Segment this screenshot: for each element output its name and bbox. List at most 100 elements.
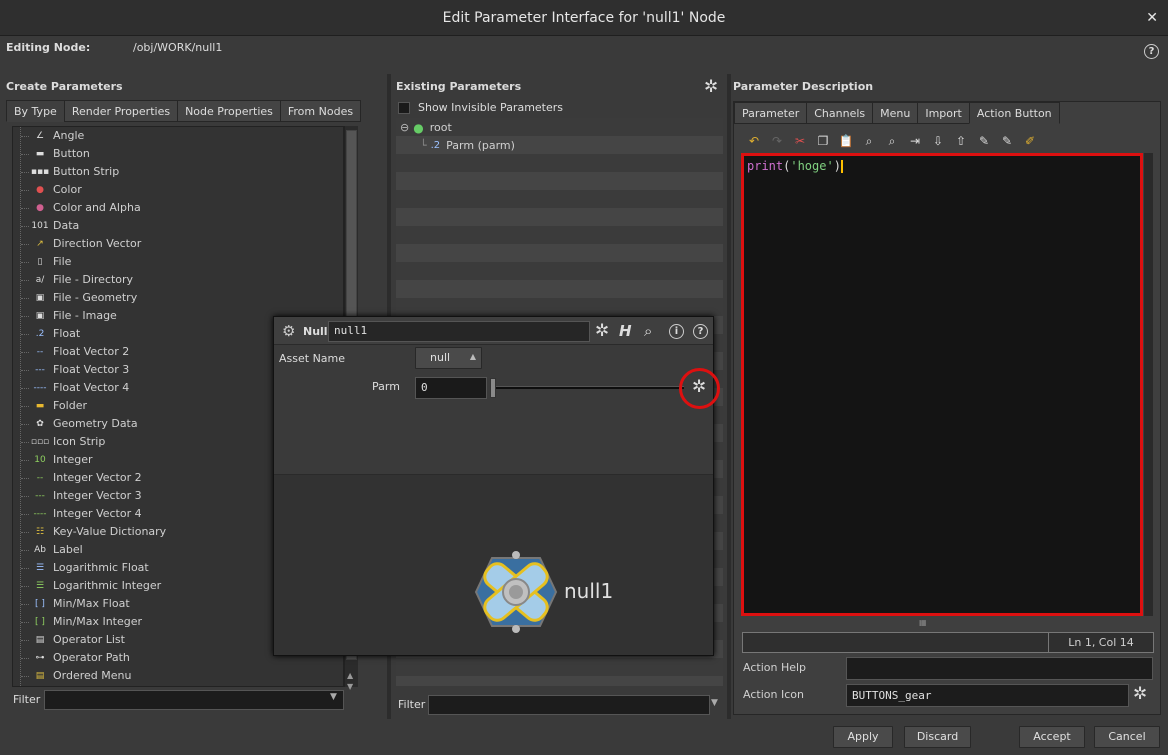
list-item[interactable]: ▤ Ordered Menu	[21, 667, 341, 685]
filter-dropdown-icon[interactable]: ▼	[330, 692, 337, 702]
list-item-label: Key-Value Dictionary	[53, 525, 167, 538]
list-item-label: Min/Max Integer	[53, 615, 143, 628]
tab-menu[interactable]: Menu	[872, 102, 919, 124]
list-item[interactable]: ▪▪▪ Button Strip	[21, 163, 341, 181]
list-item-label: Integer Vector 3	[53, 489, 142, 502]
list-item-label: Angle	[53, 129, 85, 142]
window-title-bar: Edit Parameter Interface for 'null1' Nod…	[0, 0, 1168, 36]
existing-parameters-title: Existing Parameters	[396, 80, 522, 93]
list-item-label: Operator Path	[53, 651, 130, 664]
editing-node-path: /obj/WORK/null1	[133, 41, 223, 54]
editor-resize-grip[interactable]: ▦	[919, 618, 927, 627]
tree-row-stripe	[396, 658, 723, 676]
search-icon[interactable]: ⌕	[644, 322, 652, 340]
collapse-icon[interactable]: ⊖	[400, 119, 409, 137]
existing-filter-input[interactable]	[428, 695, 710, 715]
close-icon[interactable]: ✕	[1146, 0, 1158, 36]
create-filter-input[interactable]	[44, 690, 344, 710]
parm-slider-handle[interactable]	[490, 378, 496, 398]
list-item[interactable]: ● Color	[21, 181, 341, 199]
tree-row-stripe	[396, 172, 723, 190]
create-tabs: By Type Render Properties Node Propertie…	[6, 100, 362, 122]
minmax-integer-icon: [ ]	[35, 617, 45, 627]
operator-list-icon: ▤	[35, 635, 45, 645]
splitter-right[interactable]	[727, 74, 731, 719]
list-item[interactable]: ∠ Angle	[21, 127, 341, 145]
tree-row-stripe	[396, 262, 723, 280]
tab-from-nodes[interactable]: From Nodes	[279, 100, 362, 122]
parm-slider-track[interactable]	[490, 386, 684, 389]
action-icon-gear-icon[interactable]: ✲	[1133, 686, 1147, 703]
undo-icon[interactable]: ↶	[745, 132, 763, 150]
list-item-label: Min/Max Float	[53, 597, 130, 610]
show-invisible-checkbox[interactable]	[398, 102, 410, 114]
houdini-h-icon[interactable]: H	[619, 322, 632, 340]
list-item-label: File - Geometry	[53, 291, 138, 304]
editor-vscroll[interactable]	[1144, 153, 1153, 616]
list-item[interactable]: ▯ File	[21, 253, 341, 271]
tab-channels[interactable]: Channels	[806, 102, 874, 124]
notes-icon[interactable]: ✐	[1021, 132, 1039, 150]
list-item-label: Ordered Menu	[53, 669, 132, 682]
code-string: 'hoge'	[790, 159, 834, 173]
indent-icon[interactable]: ⇥	[906, 132, 924, 150]
ordered-menu-icon: ▤	[35, 671, 45, 681]
cursor-position: Ln 1, Col 14	[1048, 632, 1154, 653]
code-editor[interactable]: print('hoge')	[741, 153, 1143, 616]
paste-icon[interactable]: 📋	[837, 132, 855, 150]
uncomment-icon[interactable]: ✎	[998, 132, 1016, 150]
create-filter-label: Filter	[13, 693, 41, 706]
cut-icon[interactable]: ✂	[791, 132, 809, 150]
log-integer-icon: ☰	[35, 581, 45, 591]
list-item-label: Logarithmic Float	[53, 561, 149, 574]
tab-action-button[interactable]: Action Button	[968, 102, 1060, 124]
existing-gear-icon[interactable]: ✲	[704, 79, 718, 96]
asset-name-menu[interactable]: null ▲	[415, 347, 482, 369]
button-strip-icon: ▪▪▪	[30, 167, 50, 177]
export-file-icon[interactable]: ⇧	[952, 132, 970, 150]
list-item-label: File	[53, 255, 72, 268]
node-help-icon[interactable]: ?	[693, 324, 708, 339]
text-cursor	[840, 160, 843, 173]
tab-render-properties[interactable]: Render Properties	[63, 100, 179, 122]
comment-icon[interactable]: ✎	[975, 132, 993, 150]
import-file-icon[interactable]: ⇩	[929, 132, 947, 150]
redo-icon[interactable]: ↷	[768, 132, 786, 150]
apply-button[interactable]: Apply	[833, 726, 893, 748]
null-node-icon: ⚙	[282, 322, 296, 340]
discard-button[interactable]: Discard	[904, 726, 971, 748]
parm-value-input[interactable]: 0	[415, 377, 487, 399]
tree-root-row[interactable]: ⊖ ● root	[400, 119, 452, 137]
existing-filter-dropdown-icon[interactable]: ▼	[711, 698, 718, 708]
list-item[interactable]: ● Color and Alpha	[21, 199, 341, 217]
accept-button[interactable]: Accept	[1019, 726, 1085, 748]
node-name-input[interactable]: null1	[328, 321, 590, 342]
list-item-label: Direction Vector	[53, 237, 142, 250]
integer-vector3-icon: ---	[35, 491, 45, 501]
tree-parm-row[interactable]: └ .2 Parm (parm)	[420, 137, 515, 155]
tab-by-type[interactable]: By Type	[6, 100, 65, 122]
list-item[interactable]: ▬ Button	[21, 145, 341, 163]
geometry-data-icon: ✿	[36, 419, 44, 429]
copy-icon[interactable]: ❐	[814, 132, 832, 150]
tab-parameter[interactable]: Parameter	[734, 102, 808, 124]
node-gear-icon[interactable]: ✲	[595, 323, 609, 340]
file-geometry-icon: ▣	[35, 293, 45, 303]
cancel-button[interactable]: Cancel	[1094, 726, 1160, 748]
tab-node-properties[interactable]: Node Properties	[177, 100, 281, 122]
list-item[interactable]: ↗ Direction Vector	[21, 235, 341, 253]
info-icon[interactable]: i	[669, 324, 684, 339]
action-help-input[interactable]	[846, 657, 1153, 680]
action-icon-input[interactable]: BUTTONS_gear	[846, 684, 1129, 707]
list-item[interactable]: 101 Data	[21, 217, 341, 235]
parm-gear-icon[interactable]: ✲	[692, 379, 706, 396]
replace-icon[interactable]: ⌕	[883, 132, 901, 150]
find-icon[interactable]: ⌕	[860, 132, 878, 150]
node-type-label: Null	[303, 325, 328, 338]
description-tabs: Parameter Channels Menu Import Action Bu…	[734, 102, 1060, 124]
tab-import[interactable]: Import	[917, 102, 970, 124]
list-item[interactable]: ▣ File - Geometry	[21, 289, 341, 307]
null-node-preview-icon	[474, 551, 558, 633]
list-item[interactable]: a/File - Directory	[21, 271, 341, 289]
help-icon[interactable]: ?	[1144, 44, 1159, 59]
